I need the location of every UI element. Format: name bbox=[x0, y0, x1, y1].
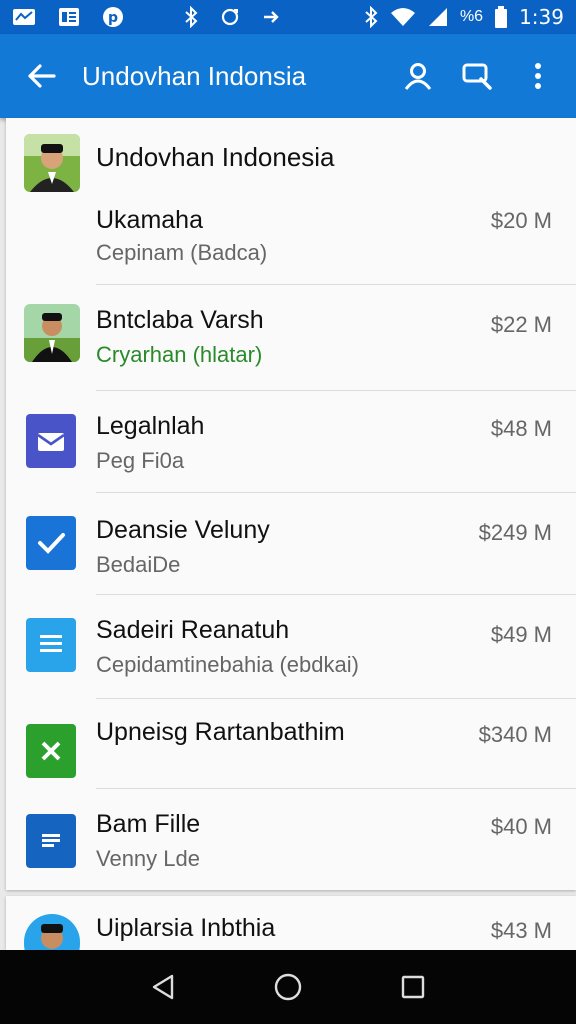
back-button[interactable] bbox=[0, 34, 82, 118]
battery-icon bbox=[495, 6, 508, 28]
triangle-back-icon bbox=[152, 974, 173, 1000]
person-photo-icon bbox=[24, 304, 80, 362]
item-title: Bntclaba Varsh bbox=[96, 306, 264, 334]
app-bar: Undovhan Indonsia bbox=[0, 34, 576, 118]
home-button[interactable] bbox=[268, 967, 308, 1007]
card-header-title: Undovhan Indonesia bbox=[96, 142, 335, 172]
person-photo-icon bbox=[24, 134, 80, 192]
card-header: Undovhan Indonesia bbox=[6, 118, 576, 198]
check-doc-icon bbox=[26, 516, 76, 570]
list-item[interactable]: Bam Fille Venny Lde $40 M bbox=[6, 806, 576, 890]
divider bbox=[96, 788, 576, 789]
divider bbox=[96, 594, 576, 595]
news-notification-icon bbox=[58, 7, 80, 27]
recents-square-icon bbox=[402, 975, 425, 999]
sync-icon bbox=[220, 7, 240, 27]
arrow-notification-icon bbox=[262, 8, 280, 26]
bluetooth-small-icon bbox=[184, 6, 198, 28]
person-photo-icon bbox=[24, 914, 80, 950]
status-bar-system: %6 1:39 bbox=[364, 5, 564, 29]
mail-doc-icon bbox=[26, 414, 76, 468]
list-item[interactable]: Legalnlah Peg Fi0a $48 M bbox=[6, 406, 576, 510]
item-avatar bbox=[24, 914, 80, 950]
wifi-icon bbox=[390, 7, 416, 27]
item-price: $40 M bbox=[490, 814, 552, 839]
item-price: $22 M bbox=[490, 312, 552, 337]
search-icon bbox=[462, 63, 492, 90]
divider bbox=[96, 492, 576, 493]
item-subtitle: Peg Fi0a bbox=[96, 448, 185, 473]
item-price: $249 M bbox=[478, 520, 552, 545]
clock: 1:39 bbox=[519, 5, 564, 29]
item-price: $49 M bbox=[490, 622, 552, 647]
item-price: $340 M bbox=[478, 722, 552, 747]
item-title: Upneisg Rartanbathim bbox=[96, 718, 345, 746]
signal-text: %6 bbox=[459, 8, 484, 25]
item-price: $20 M bbox=[490, 208, 552, 233]
recents-button[interactable] bbox=[393, 967, 433, 1007]
svg-text:p: p bbox=[108, 10, 118, 26]
item-subtitle: Cepidamtinebahia (ebdkai) bbox=[96, 652, 359, 677]
pinterest-notification-icon: p bbox=[102, 6, 124, 28]
item-price: $43 M bbox=[490, 918, 552, 943]
slides-icon bbox=[26, 814, 76, 868]
list-item[interactable]: Sadeiri Reanatuh Cepidamtinebahia (ebdka… bbox=[6, 612, 576, 716]
app-bar-title: Undovhan Indonsia bbox=[82, 60, 307, 91]
signal-icon bbox=[428, 7, 448, 27]
lines-doc-icon bbox=[26, 618, 76, 672]
bluetooth-icon bbox=[364, 6, 378, 28]
back-nav-button[interactable] bbox=[143, 967, 183, 1007]
navigation-bar bbox=[0, 950, 576, 1024]
header-avatar bbox=[24, 134, 80, 192]
item-subtitle: Cepinam (Badca) bbox=[96, 240, 268, 265]
item-avatar bbox=[24, 304, 80, 362]
more-vert-icon bbox=[535, 63, 541, 89]
item-title: Ukamaha bbox=[96, 206, 203, 234]
list-item[interactable]: Bntclaba Varsh Cryarhan (hlatar) $22 M bbox=[6, 302, 576, 406]
item-subtitle: BedaiDe bbox=[96, 552, 181, 577]
item-title: Bam Fille bbox=[96, 810, 201, 838]
chart-notification-icon bbox=[12, 7, 36, 27]
item-subtitle: Cryarhan (hlatar) bbox=[96, 342, 263, 367]
item-title: Sadeiri Reanatuh bbox=[96, 616, 290, 644]
item-title: Uiplarsia Inbthia bbox=[96, 914, 276, 942]
search-button[interactable] bbox=[462, 60, 494, 92]
status-bar-notifications: p bbox=[12, 6, 280, 28]
person-icon bbox=[404, 63, 432, 90]
list-item-peek[interactable]: Uiplarsia Inbthia $43 M bbox=[6, 896, 576, 950]
divider bbox=[96, 284, 576, 285]
list-item[interactable]: Deansie Veluny BedaiDe $249 M bbox=[6, 510, 576, 614]
person-button[interactable] bbox=[402, 60, 434, 92]
item-subtitle: Venny Lde bbox=[96, 846, 200, 871]
home-circle-icon bbox=[274, 973, 302, 1001]
item-title: Deansie Veluny bbox=[96, 516, 270, 544]
divider bbox=[96, 390, 576, 391]
list-item[interactable]: Ukamaha Cepinam (Badca) $20 M bbox=[6, 198, 576, 302]
list-item[interactable]: Upneisg Rartanbathim $340 M bbox=[6, 714, 576, 810]
status-bar: p %6 1:39 bbox=[0, 0, 576, 34]
item-title: Legalnlah bbox=[96, 412, 205, 440]
back-arrow-icon bbox=[28, 64, 56, 88]
sheet-icon bbox=[26, 724, 76, 778]
divider bbox=[96, 698, 576, 699]
results-card: Undovhan Indonesia Ukamaha Cepinam (Badc… bbox=[6, 118, 576, 890]
item-price: $48 M bbox=[490, 416, 552, 441]
more-options-button[interactable] bbox=[522, 60, 554, 92]
